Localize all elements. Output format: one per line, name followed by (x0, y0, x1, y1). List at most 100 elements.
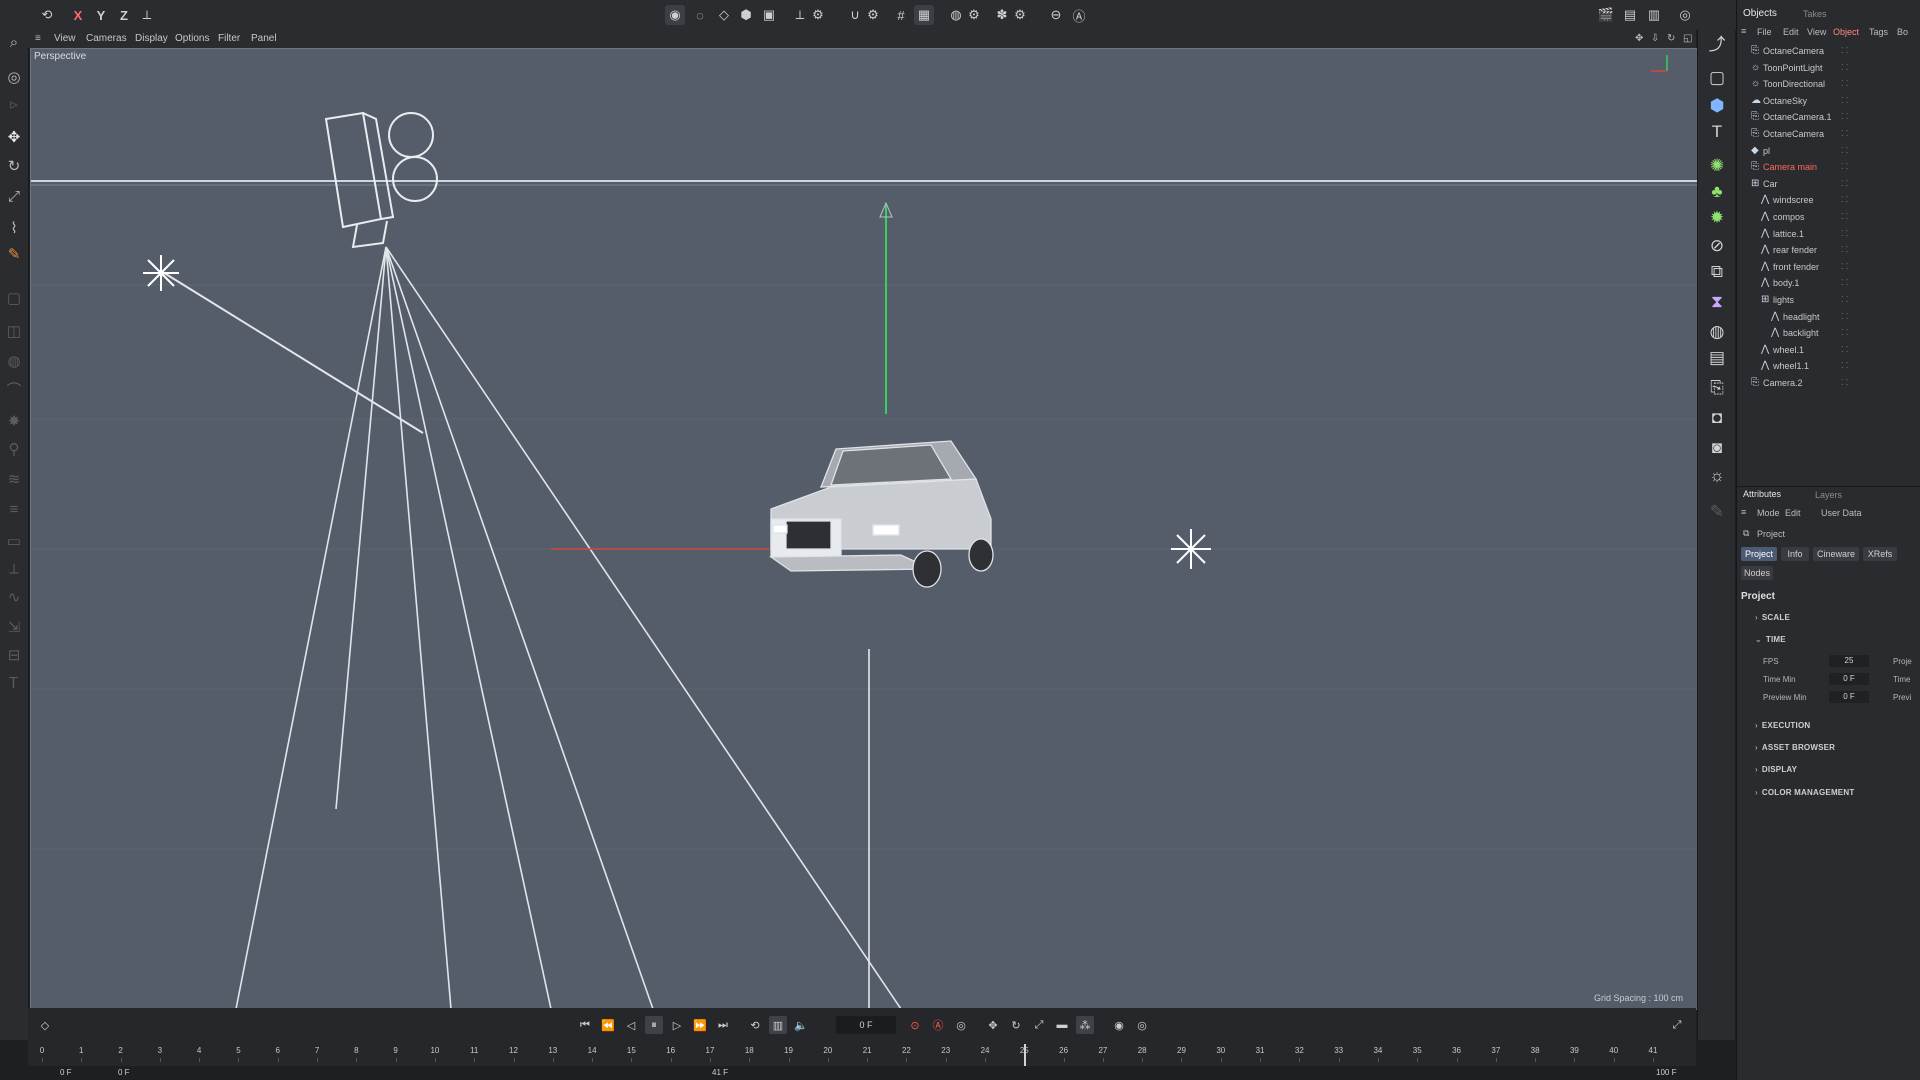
time-min-field[interactable]: 0 F (1829, 673, 1869, 685)
cube-icon[interactable]: ⬢ (1705, 94, 1729, 118)
visibility-dots-icon[interactable]: ⁚ ⁚ (1841, 278, 1855, 288)
tab-takes[interactable]: Takes (1803, 9, 1827, 19)
attributes-menu-edit[interactable]: Edit (1785, 508, 1801, 518)
menu-view[interactable]: View (54, 33, 76, 44)
text-icon[interactable]: T (1705, 120, 1729, 144)
range-preview-start-label[interactable]: 0 F (118, 1068, 130, 1077)
camera2-icon[interactable]: ◘ (1705, 406, 1729, 430)
object-row[interactable]: ⎘ Camera main ⁚ ⁚ (1737, 159, 1920, 175)
range-bar[interactable] (28, 1066, 1696, 1080)
edges-mode-icon[interactable]: ◇ (714, 5, 734, 25)
object-row[interactable]: ⎘ Camera.2 ⁚ ⁚ (1737, 375, 1920, 391)
object-row[interactable]: ☼ ToonDirectional ⁚ ⁚ (1737, 76, 1920, 92)
orbit-view-icon[interactable]: ↻ (1667, 33, 1675, 44)
visibility-dots-icon[interactable]: ⁚ ⁚ (1841, 295, 1855, 305)
menu-options[interactable]: Options (175, 33, 209, 44)
object-row[interactable]: ⊞ lights ⁚ ⁚ (1737, 292, 1920, 308)
select-icon[interactable]: ▹ (3, 93, 25, 115)
visibility-dots-icon[interactable]: ⁚ ⁚ (1841, 162, 1855, 172)
range-end-label[interactable]: 100 F (1656, 1068, 1676, 1077)
visibility-dots-icon[interactable]: ⁚ ⁚ (1841, 146, 1855, 156)
layer-icon[interactable]: ≡ (3, 498, 25, 520)
object-row[interactable]: ☼ ToonPointLight ⁚ ⁚ (1737, 60, 1920, 76)
object-row[interactable]: ⋀ front fender ⁚ ⁚ (1737, 259, 1920, 275)
tab-attributes[interactable]: Attributes (1743, 489, 1781, 499)
render-view-icon[interactable]: ▤ (1620, 5, 1640, 25)
object-row[interactable]: ⋀ headlight ⁚ ⁚ (1737, 309, 1920, 325)
visibility-dots-icon[interactable]: ⁚ ⁚ (1841, 63, 1855, 73)
visibility-dots-icon[interactable]: ⁚ ⁚ (1841, 212, 1855, 222)
object-row[interactable]: ☁ OctaneSky ⁚ ⁚ (1737, 93, 1920, 109)
tree-icon[interactable]: ♣ (1705, 180, 1729, 204)
playhead[interactable] (1024, 1044, 1027, 1066)
object-row[interactable]: ⋀ windscree ⁚ ⁚ (1737, 192, 1920, 208)
axis-settings-icon[interactable]: ⚙ (808, 5, 828, 25)
visibility-dots-icon[interactable]: ⁚ ⁚ (1841, 46, 1855, 56)
camera-icon[interactable]: ⎘ (1705, 376, 1729, 400)
octane-settings-icon[interactable]: ⚙ (1010, 5, 1030, 25)
attr-tab-xrefs[interactable]: XRefs (1863, 547, 1897, 561)
camera3-icon[interactable]: ◙ (1705, 436, 1729, 460)
polygons-mode-icon[interactable]: ⬢ (736, 5, 756, 25)
visibility-dots-icon[interactable]: ⁚ ⁚ (1841, 179, 1855, 189)
paint-icon[interactable]: ✎ (3, 243, 25, 265)
lock-icon[interactable]: Ⓐ (1069, 5, 1089, 25)
section-time[interactable]: ⌄ TIME (1755, 635, 1786, 644)
scene-icon[interactable]: ⧉ (1705, 260, 1729, 284)
object-row[interactable]: ⎘ OctaneCamera ⁚ ⁚ (1737, 126, 1920, 142)
visibility-dots-icon[interactable]: ⁚ ⁚ (1841, 96, 1855, 106)
objects-menu-tags[interactable]: Tags (1869, 27, 1888, 37)
object-row[interactable]: ⋀ rear fender ⁚ ⁚ (1737, 242, 1920, 258)
boolean-icon[interactable]: ⧗ (1705, 290, 1729, 314)
section-execution[interactable]: › EXECUTION (1755, 721, 1810, 730)
visibility-dots-icon[interactable]: ⁚ ⁚ (1841, 378, 1855, 388)
rig-icon[interactable]: ⚲ (3, 438, 25, 460)
menu-cameras[interactable]: Cameras (86, 33, 127, 44)
preview-min-field[interactable]: 0 F (1829, 691, 1869, 703)
visibility-dots-icon[interactable]: ⁚ ⁚ (1841, 195, 1855, 205)
section-display[interactable]: › DISPLAY (1755, 765, 1797, 774)
paint-brush-icon[interactable]: ✎ (1705, 500, 1729, 524)
snap-magnet-icon[interactable]: ∪ (845, 5, 865, 25)
axis-icon[interactable]: ⟂ (790, 5, 810, 25)
object-row[interactable]: ⋀ wheel1.1 ⁚ ⁚ (1737, 358, 1920, 374)
picture-viewer-icon[interactable]: ▥ (1644, 5, 1664, 25)
hamburger-menu-icon[interactable]: ≡ (35, 33, 41, 44)
uv-mode-icon[interactable]: ▣ (759, 5, 779, 25)
attr-tab-nodes[interactable]: Nodes (1741, 566, 1773, 580)
attributes-menu-userdata[interactable]: User Data (1821, 508, 1862, 518)
text-icon[interactable]: Ꭲ (3, 672, 25, 694)
bend-icon[interactable]: ⌒ (3, 378, 25, 400)
search-icon[interactable]: ⌕ (3, 31, 25, 53)
measure-icon[interactable]: ⟂ (3, 558, 25, 580)
bulb-icon[interactable]: ✹ (1705, 206, 1729, 230)
visibility-dots-icon[interactable]: ⁚ ⁚ (1841, 312, 1855, 322)
attr-tab-project[interactable]: Project (1741, 547, 1777, 561)
object-row[interactable]: ⊞ Car ⁚ ⁚ (1737, 176, 1920, 192)
visibility-dots-icon[interactable]: ⁚ ⁚ (1841, 361, 1855, 371)
object-row[interactable]: ⋀ compos ⁚ ⁚ (1737, 209, 1920, 225)
hair-icon[interactable]: ≋ (3, 468, 25, 490)
range-start-label[interactable]: 0 F (60, 1068, 72, 1077)
objects-menu-bookmarks[interactable]: Bo (1897, 27, 1908, 37)
objects-menu-file[interactable]: File (1757, 27, 1772, 37)
attr-tab-info[interactable]: Info (1781, 547, 1809, 561)
visibility-dots-icon[interactable]: ⁚ ⁚ (1841, 129, 1855, 139)
visibility-dots-icon[interactable]: ⁚ ⁚ (1841, 345, 1855, 355)
viewport-perspective[interactable]: Perspective Grid Spacing : 100 cm (30, 48, 1698, 1010)
scale-icon[interactable]: ⤢ (3, 185, 25, 207)
menu-display[interactable]: Display (135, 33, 168, 44)
cube-icon[interactable]: ◫ (3, 320, 25, 342)
attr-tab-cineware[interactable]: Cineware (1813, 547, 1859, 561)
clapper-icon[interactable]: 🎬 (1596, 5, 1616, 25)
render-region-icon[interactable]: ◍ (946, 5, 966, 25)
grid-snap-icon[interactable]: # (891, 5, 911, 25)
gear-settings-icon[interactable]: ✺ (1705, 154, 1729, 178)
visibility-dots-icon[interactable]: ⁚ ⁚ (1841, 262, 1855, 272)
dolly-view-icon[interactable]: ⇩ (1651, 33, 1659, 44)
spline-icon[interactable]: ∿ (3, 586, 25, 608)
object-row[interactable]: ⋀ lattice.1 ⁚ ⁚ (1737, 226, 1920, 242)
visibility-dots-icon[interactable]: ⁚ ⁚ (1841, 229, 1855, 239)
tab-objects[interactable]: Objects (1743, 8, 1777, 19)
dim-icon[interactable]: ▭ (3, 530, 25, 552)
